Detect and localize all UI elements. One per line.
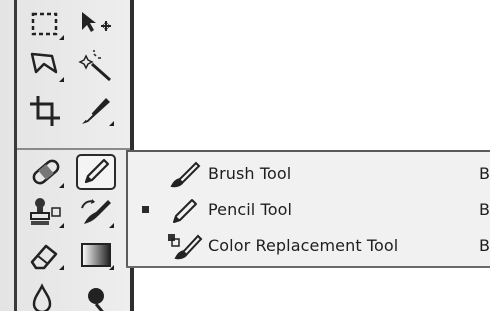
pencil-icon (166, 194, 206, 226)
tool-group-indicator (59, 265, 64, 270)
flyout-shadow-edge (126, 266, 490, 268)
menu-item-shortcut: B (479, 164, 490, 183)
pencil-icon (84, 158, 110, 184)
move-icon (82, 12, 111, 32)
menu-item-shortcut: B (479, 200, 490, 219)
magic-wand-tool[interactable] (76, 48, 116, 84)
pencil-tool-button[interactable] (76, 154, 116, 190)
slice-tool[interactable] (76, 92, 116, 128)
crop-icon (30, 96, 60, 126)
lasso-tool[interactable] (26, 48, 66, 84)
tool-group-indicator (59, 35, 64, 40)
palette-divider (17, 148, 130, 150)
menu-item-color-replacement-tool[interactable]: Color Replacement Tool B (130, 228, 490, 264)
clone-stamp-tool[interactable] (26, 194, 66, 230)
menu-item-shortcut: B (479, 236, 490, 255)
menu-item-brush-tool[interactable]: Brush Tool B (130, 156, 490, 192)
tool-group-indicator (109, 265, 114, 270)
tools-palette (0, 0, 134, 311)
tool-group-indicator (59, 77, 64, 82)
dodge-tool[interactable] (76, 282, 116, 311)
menu-item-label: Color Replacement Tool (208, 236, 399, 255)
eraser-tool[interactable] (26, 236, 66, 272)
brush-icon (166, 158, 206, 190)
history-brush-tool[interactable] (76, 194, 116, 230)
magic-wand-icon (78, 50, 111, 82)
menu-item-label: Pencil Tool (208, 200, 293, 219)
tool-group-indicator (59, 223, 64, 228)
rectangular-marquee-tool[interactable] (26, 6, 66, 42)
menu-item-label: Brush Tool (208, 164, 292, 183)
tool-group-indicator (59, 183, 64, 188)
blur-tool[interactable] (26, 282, 66, 311)
selected-indicator-icon (142, 206, 149, 213)
move-tool[interactable] (76, 6, 116, 42)
blur-icon (32, 283, 52, 311)
tool-group-indicator (109, 121, 114, 126)
menu-item-pencil-tool[interactable]: Pencil Tool B (130, 192, 490, 228)
tool-group-indicator (109, 223, 114, 228)
dodge-icon (88, 288, 104, 311)
brush-tools-flyout-menu: Brush Tool B Pencil Tool B Color Replace… (126, 150, 490, 266)
color-replacement-icon (166, 230, 206, 262)
gradient-tool[interactable] (76, 236, 116, 272)
healing-brush-tool[interactable] (26, 154, 66, 190)
crop-tool[interactable] (26, 92, 66, 128)
photoshop-workspace: Brush Tool B Pencil Tool B Color Replace… (0, 0, 490, 311)
palette-left-edge (14, 0, 17, 311)
